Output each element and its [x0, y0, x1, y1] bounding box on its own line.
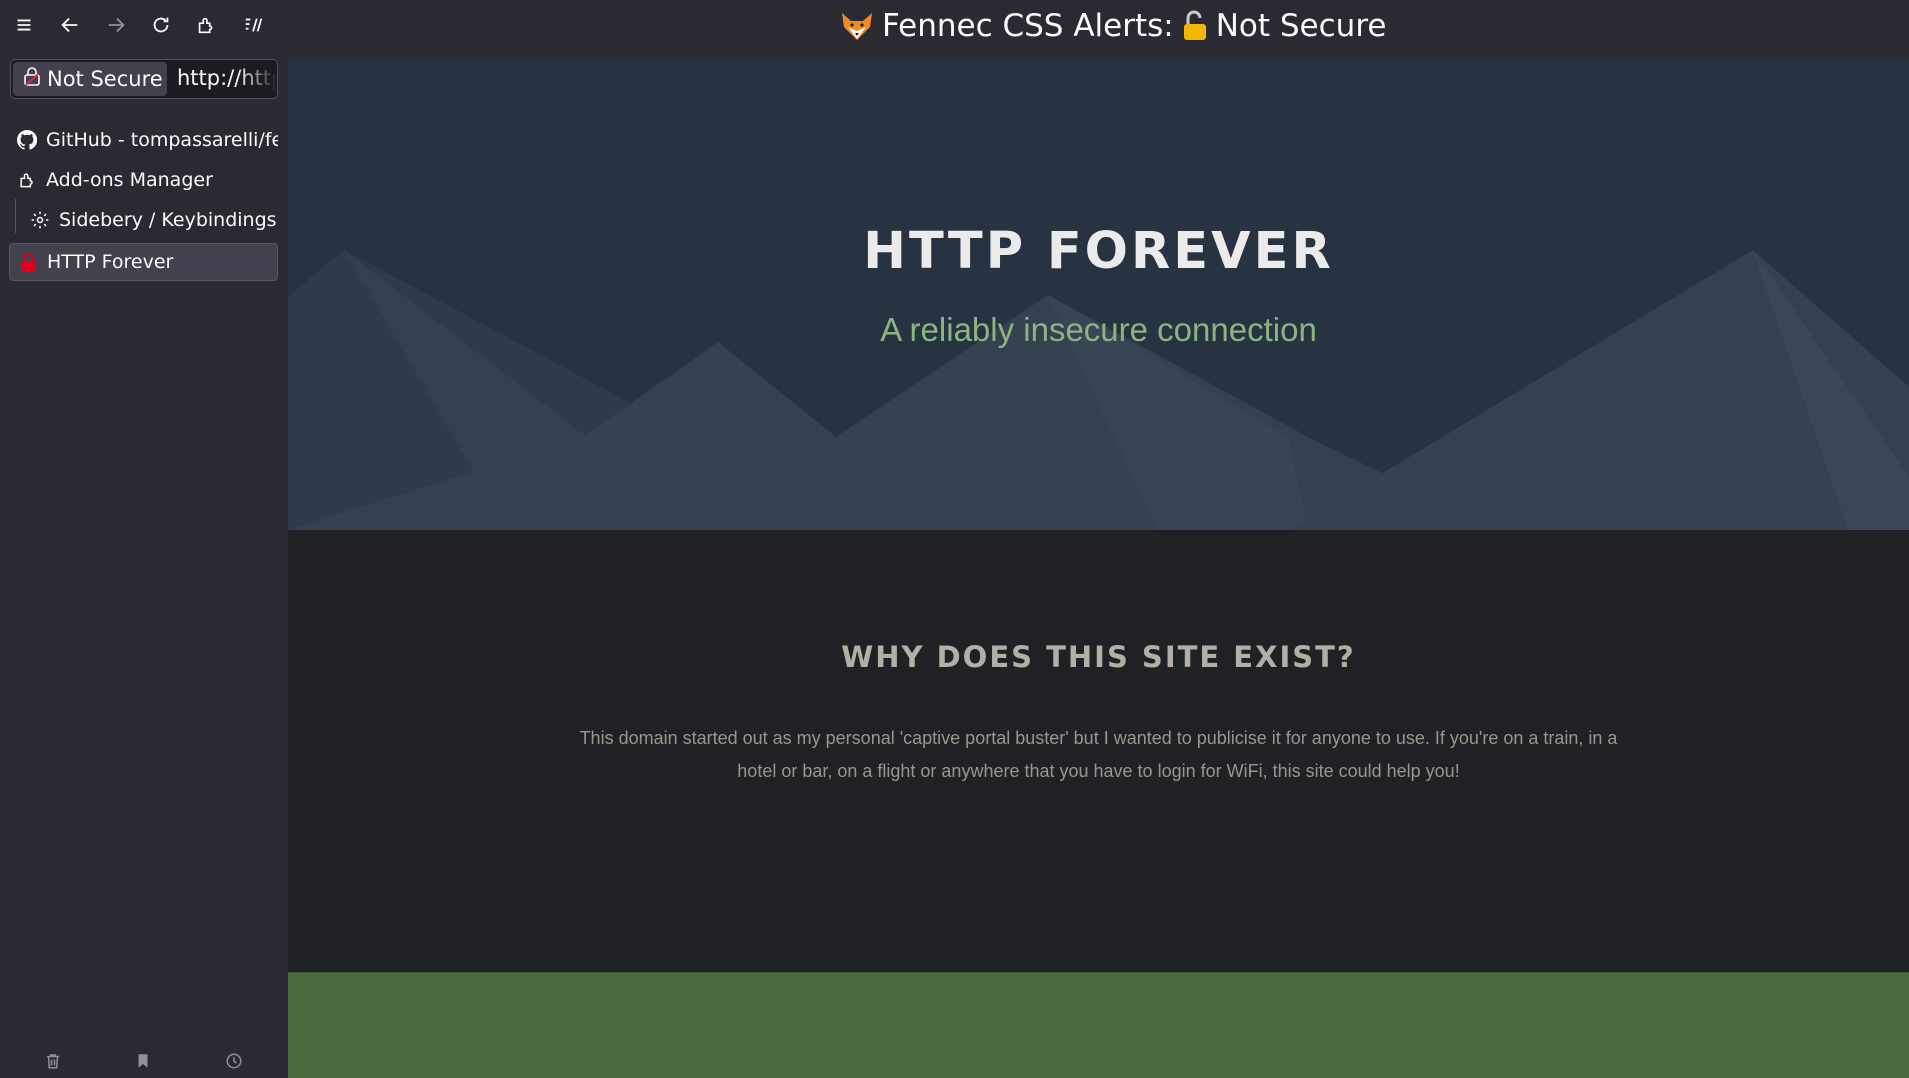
why-title: WHY DOES THIS SITE EXIST? [841, 640, 1356, 674]
github-icon [16, 129, 38, 151]
puzzle-icon [16, 169, 38, 191]
window-title-prefix: Fennec CSS Alerts: [882, 8, 1174, 44]
tab-sidebery-keybindings[interactable]: Sidebery / Keybindings [29, 201, 278, 239]
identity-box[interactable]: Not Secure [13, 62, 167, 96]
sidebar: Not Secure http://httpforever.com/ GitHu… [0, 57, 288, 1078]
sidebery-icon[interactable] [238, 9, 270, 41]
hero-section: HTTP FOREVER A reliably insecure connect… [288, 57, 1909, 530]
tab-http-forever[interactable]: HTTP Forever [9, 243, 278, 281]
hero-subtitle: A reliably insecure connection [880, 311, 1317, 348]
reload-icon[interactable] [145, 9, 177, 41]
page-content: HTTP FOREVER A reliably insecure connect… [288, 57, 1909, 1078]
why-section: WHY DOES THIS SITE EXIST? This domain st… [288, 530, 1909, 972]
why-text: This domain started out as my personal '… [579, 728, 1618, 781]
trash-icon[interactable] [41, 1049, 65, 1073]
identity-label: Not Secure [47, 67, 163, 91]
gear-icon [29, 209, 51, 231]
tab-addons-manager[interactable]: Add-ons Manager [16, 161, 278, 199]
window-title: Fennec CSS Alerts: Not Secure [840, 8, 1386, 44]
hero-title: HTTP FOREVER [863, 222, 1334, 281]
url-fade [237, 60, 277, 98]
window-title-suffix: Not Secure [1215, 8, 1387, 44]
bookmark-icon[interactable] [131, 1049, 155, 1073]
tab-label: Add-ons Manager [46, 169, 213, 191]
open-lock-icon [1182, 10, 1208, 42]
browser-toolbar: Fennec CSS Alerts: Not Secure [0, 0, 1909, 57]
tree-line [15, 199, 16, 233]
fox-icon [840, 11, 874, 41]
url-bar[interactable]: Not Secure http://httpforever.com/ [10, 59, 278, 99]
tab-github[interactable]: GitHub - tompassarelli/fennec [16, 121, 278, 159]
tab-label: GitHub - tompassarelli/fennec [46, 129, 278, 151]
sidebar-bottom-bar [0, 1045, 288, 1075]
history-icon[interactable] [222, 1049, 246, 1073]
tab-label: Sidebery / Keybindings [59, 209, 277, 231]
mountains-background [288, 250, 1909, 530]
red-lock-icon [17, 251, 39, 273]
insecure-lock-icon [23, 66, 41, 92]
extensions-icon[interactable] [190, 9, 222, 41]
back-icon[interactable] [54, 9, 86, 41]
forward-icon[interactable] [100, 9, 132, 41]
tab-label: HTTP Forever [47, 251, 174, 273]
green-section [288, 972, 1909, 1078]
menu-icon[interactable] [8, 9, 40, 41]
